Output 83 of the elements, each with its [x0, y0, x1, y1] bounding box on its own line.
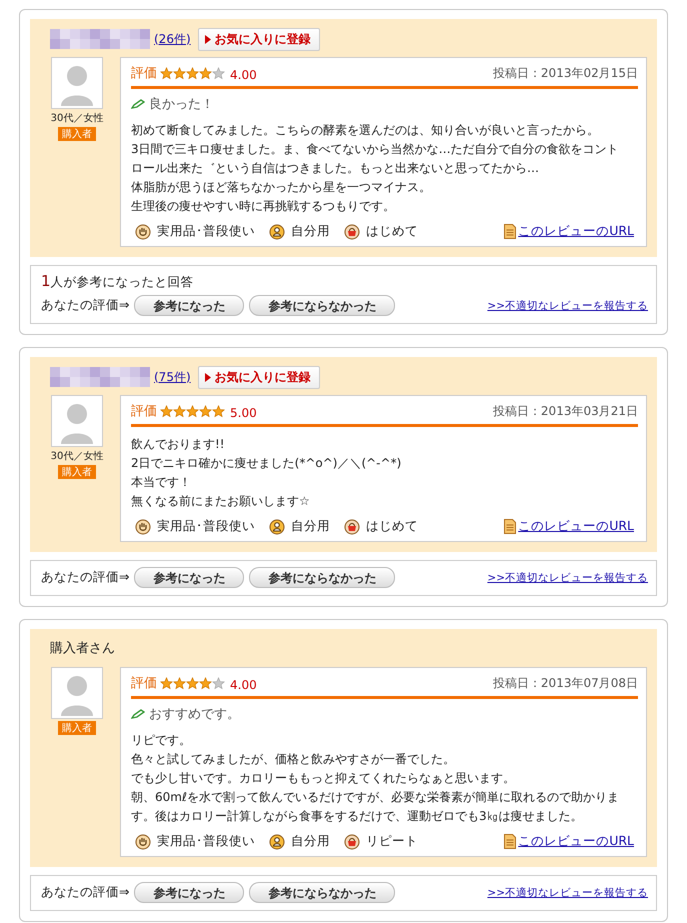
- triangle-icon: [204, 34, 211, 44]
- pencil-icon: [131, 709, 145, 719]
- rating-label: 評価: [131, 65, 157, 82]
- review-tag: 自分用: [291, 833, 330, 850]
- pencil-icon: [131, 99, 145, 109]
- star-icon: [173, 676, 186, 690]
- favorite-button[interactable]: お気に入りに登録: [198, 366, 320, 388]
- rating-label: 評価: [131, 403, 157, 420]
- star-icon: [199, 676, 212, 690]
- basket-icon: [344, 834, 360, 850]
- review-url-link[interactable]: このレビューのURL: [518, 833, 634, 850]
- document-icon: [504, 224, 516, 239]
- review-tag: 実用品･普段使い: [157, 833, 255, 850]
- review-tag: リピート: [366, 833, 418, 850]
- review-tag: はじめて: [366, 518, 418, 535]
- review-tag: はじめて: [366, 223, 418, 240]
- star-icon: [186, 404, 199, 418]
- star-icon: [212, 676, 225, 690]
- favorite-button[interactable]: お気に入りに登録: [198, 28, 320, 50]
- rating-score: 4.00: [230, 68, 257, 82]
- post-date: 投稿日：2013年03月21日: [492, 402, 638, 420]
- helpful-count: 1人が参考になったと回答: [41, 272, 195, 291]
- reviewer-name: 購入者さん: [50, 640, 115, 657]
- document-icon: [504, 834, 516, 849]
- person-icon: [269, 518, 285, 534]
- buyer-badge: 購入者: [58, 465, 96, 479]
- rating-label: 評価: [131, 675, 157, 692]
- review-text: リピです。 色々と試してみましたが、価格と飲みやすさが一番でした。 でも少し甘いです。カロリーももっと抑えてくれたらなぁと思います。 朝、60mℓを水で割って飲んでいるだけですが、必要な栄養素が簡単に取れるので助かりま す。後はカロリー計算しながら食事をするだけで、運動ゼロでも3㎏は痩せました。: [131, 732, 620, 825]
- star-icon: [199, 404, 212, 418]
- person-icon: [269, 834, 285, 850]
- star-icon: [186, 676, 199, 690]
- post-date: 投稿日：2013年02月15日: [492, 64, 638, 82]
- review-url-link[interactable]: このレビューのURL: [518, 223, 634, 240]
- review-tag: 実用品･普段使い: [157, 223, 255, 240]
- vote-button[interactable]: 参考になった: [134, 882, 244, 903]
- rating-score: 5.00: [230, 406, 257, 420]
- star-icon: [160, 66, 173, 80]
- review-count-link[interactable]: (26件): [154, 30, 191, 48]
- review-title: 良かった！: [149, 96, 214, 113]
- your-rating-label: あなたの評価⇒: [41, 297, 130, 314]
- vote-button[interactable]: 参考になった: [134, 295, 244, 316]
- star-icon: [173, 404, 186, 418]
- post-date: 投稿日：2013年07月08日: [492, 674, 638, 692]
- vote-button[interactable]: 参考にならなかった: [249, 567, 396, 588]
- report-link[interactable]: >>不適切なレビューを報告する: [487, 298, 648, 312]
- document-icon: [504, 519, 516, 534]
- buyer-badge: 購入者: [58, 127, 96, 141]
- report-link[interactable]: >>不適切なレビューを報告する: [487, 886, 648, 900]
- star-icon: [173, 66, 186, 80]
- star-icon: [186, 66, 199, 80]
- vote-button[interactable]: 参考にならなかった: [249, 295, 396, 316]
- avatar-icon: [51, 57, 103, 109]
- your-rating-label: あなたの評価⇒: [41, 569, 130, 586]
- hand-icon: [135, 518, 151, 534]
- triangle-icon: [204, 372, 211, 382]
- vote-button[interactable]: 参考にならなかった: [249, 882, 396, 903]
- review-tag: 自分用: [291, 223, 330, 240]
- avatar-icon: [51, 667, 103, 719]
- age-gender: 30代／女性: [50, 112, 104, 125]
- buyer-badge: 購入者: [58, 721, 96, 735]
- star-icon: [199, 66, 212, 80]
- star-icon: [212, 404, 225, 418]
- review-text: 飲んでおります!! 2日でニキロ確かに痩せました(*^o^)／＼(^-^*) 本当です！ 無くなる前にまたお願いします☆: [131, 436, 402, 510]
- hand-icon: [135, 224, 151, 240]
- report-link[interactable]: >>不適切なレビューを報告する: [487, 570, 648, 584]
- basket-icon: [344, 518, 360, 534]
- review-count-link[interactable]: (75件): [154, 368, 191, 386]
- hand-icon: [135, 834, 151, 850]
- review-url-link[interactable]: このレビューのURL: [518, 518, 634, 535]
- review-text: 初めて断食してみました。こちらの酵素を選んだのは、知り合いが良いと言ったから。 3日間で三キロ痩せました。ま、食べてないから当然かな…ただ自分で自分の食欲をコント ロール出来た゛という自信はつきました。もっと出来ないと思ってたから… 体脂肪が思うほど落ちなかったから星を一つマイナス。 生理後の痩せやすい時に再挑戦するつもりです。: [131, 122, 620, 215]
- star-icon: [212, 66, 225, 80]
- avatar-icon: [51, 395, 103, 447]
- review-title: おすすめです。: [149, 706, 240, 723]
- star-icon: [160, 676, 173, 690]
- star-icon: [160, 404, 173, 418]
- review-tag: 自分用: [291, 518, 330, 535]
- person-icon: [269, 224, 285, 240]
- basket-icon: [344, 224, 360, 240]
- age-gender: 30代／女性: [50, 450, 104, 463]
- your-rating-label: あなたの評価⇒: [41, 884, 130, 901]
- rating-score: 4.00: [230, 678, 257, 692]
- review-tag: 実用品･普段使い: [157, 518, 255, 535]
- vote-button[interactable]: 参考になった: [134, 567, 244, 588]
